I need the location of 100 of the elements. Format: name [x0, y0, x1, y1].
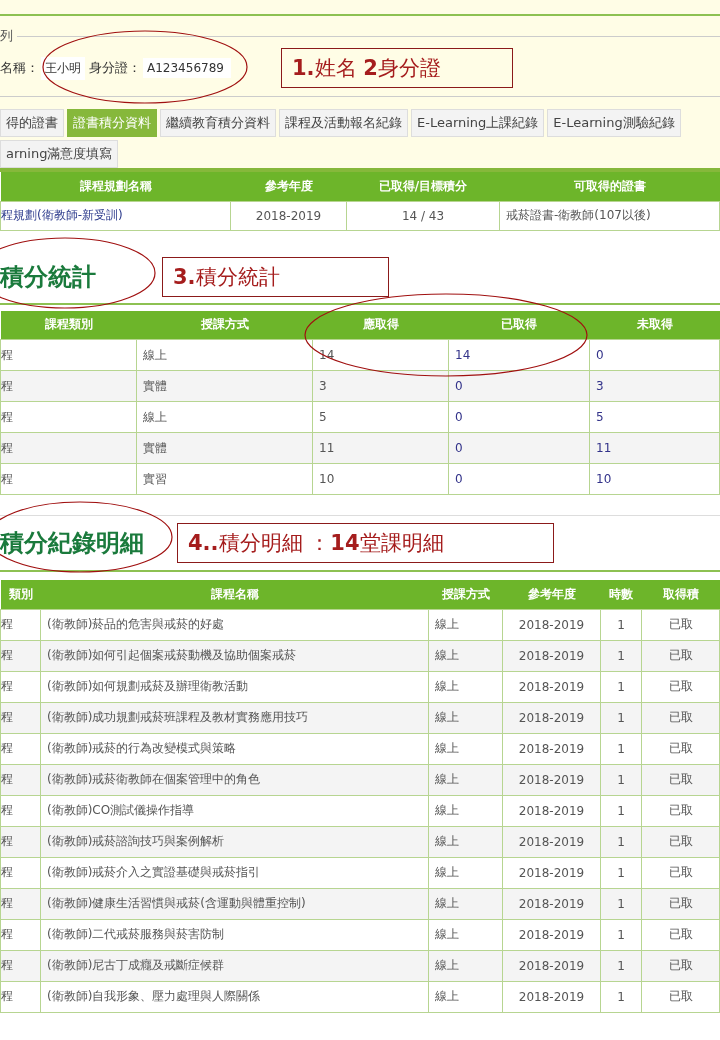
table-cell: 程 — [0, 702, 41, 733]
table-cell: (衛教師)二代戒菸服務與菸害防制 — [40, 919, 429, 950]
table-cell: (衛教師)CO測試儀操作指導 — [40, 795, 429, 826]
column-header: 時數 — [600, 580, 642, 609]
column-header: 授課方式 — [428, 580, 503, 609]
table-cell: 戒菸證書-衛教師(107以後) — [499, 201, 720, 230]
column-header: 授課方式 — [136, 310, 313, 340]
table-cell: 2018-2019 — [502, 826, 601, 857]
table-cell: 線上 — [428, 950, 503, 981]
table-cell: 1 — [600, 919, 642, 950]
annotation-label: 3.積分統計 — [162, 256, 389, 297]
tab[interactable]: E-Learning測驗紀錄 — [547, 109, 681, 137]
table-cell: 1 — [600, 733, 642, 764]
table-cell: 線上 — [428, 702, 503, 733]
table-cell: 程 — [0, 733, 41, 764]
section-title: 積分統計 — [0, 261, 97, 293]
table-cell: (衛教師)戒菸介入之實證基礎與戒菸指引 — [40, 857, 429, 888]
column-header: 課程類別 — [0, 310, 137, 340]
tab[interactable]: E-Learning上課紀錄 — [411, 109, 545, 137]
table-cell: 已取 — [641, 733, 720, 764]
table-cell: 線上 — [428, 981, 503, 1012]
table-cell: 已取 — [641, 671, 720, 702]
table-cell: 0 — [448, 463, 590, 495]
table-cell: 2018-2019 — [502, 981, 601, 1012]
table-cell: 已取 — [641, 609, 720, 640]
table-cell: 程 — [0, 981, 41, 1012]
tab[interactable]: 課程及活動報名紀錄 — [279, 109, 408, 137]
table-cell: 程 — [0, 609, 41, 640]
table-cell: 實體 — [136, 432, 313, 464]
table-cell: 線上 — [136, 401, 313, 433]
column-header: 參考年度 — [502, 580, 601, 609]
table-cell: 程 — [0, 401, 137, 433]
table-cell: 線上 — [428, 733, 503, 764]
table-cell: 程 — [0, 795, 41, 826]
tab[interactable]: 繼續教育積分資料 — [160, 109, 276, 137]
column-header: 已取得 — [448, 310, 590, 340]
table-cell: (衛教師)戒菸的行為改變模式與策略 — [40, 733, 429, 764]
table-cell: 線上 — [428, 888, 503, 919]
tab[interactable]: 得的證書 — [0, 109, 64, 137]
table-cell: 2018-2019 — [502, 640, 601, 671]
table-cell: 已取 — [641, 826, 720, 857]
table-cell: (衛教師)戒菸衛教師在個案管理中的角色 — [40, 764, 429, 795]
table-cell: (衛教師)如何引起個案戒菸動機及協助個案戒菸 — [40, 640, 429, 671]
table-cell: 2018-2019 — [230, 201, 347, 230]
tab[interactable]: arning滿意度填寫 — [0, 140, 119, 168]
table-cell: 0 — [589, 339, 720, 371]
table-cell: 實習 — [136, 463, 313, 495]
table-cell: (衛教師)尼古丁成癮及戒斷症候群 — [40, 950, 429, 981]
table-cell: 2018-2019 — [502, 857, 601, 888]
table-cell: 線上 — [428, 795, 503, 826]
table-cell: 5 — [312, 401, 449, 433]
table-cell: (衛教師)健康生活習慣與戒菸(含運動與體重控制) — [40, 888, 429, 919]
table-cell: 1 — [600, 609, 642, 640]
id-label: 身分證： — [89, 59, 142, 77]
id-field: A123456789 — [143, 58, 231, 78]
table-cell: 已取 — [641, 919, 720, 950]
table-cell: 14 / 43 — [346, 201, 500, 230]
section-title: 積分紀錄明細 — [0, 528, 145, 559]
table-cell: 11 — [312, 432, 449, 464]
table-cell: 已取 — [641, 950, 720, 981]
column-header: 課程名稱 — [40, 580, 429, 609]
table-cell: 程 — [0, 950, 41, 981]
table-cell: 程 — [0, 888, 41, 919]
table-cell: 5 — [589, 401, 720, 433]
table-cell: 1 — [600, 671, 642, 702]
table-cell: (衛教師)菸品的危害與戒菸的好處 — [40, 609, 429, 640]
table-cell: 2018-2019 — [502, 764, 601, 795]
table-cell: 2018-2019 — [502, 702, 601, 733]
fieldset-legend: 列 — [0, 27, 13, 45]
table-cell: 11 — [589, 432, 720, 464]
table-cell: 2018-2019 — [502, 950, 601, 981]
table-cell: 14 — [448, 339, 590, 371]
table-cell: 線上 — [428, 671, 503, 702]
column-header: 可取得的證書 — [499, 172, 720, 201]
table-cell: 1 — [600, 857, 642, 888]
column-header: 類別 — [0, 580, 41, 609]
table-cell: 程 — [0, 764, 41, 795]
table-cell: 已取 — [641, 981, 720, 1012]
table-cell: 已取 — [641, 888, 720, 919]
table-cell: 10 — [589, 463, 720, 495]
table-cell: 1 — [600, 795, 642, 826]
table-cell: (衛教師)成功規劃戒菸班課程及教材實務應用技巧 — [40, 702, 429, 733]
table-cell: 0 — [448, 370, 590, 402]
table-cell: 2018-2019 — [502, 671, 601, 702]
table-cell: 程 — [0, 463, 137, 495]
table-cell: 線上 — [428, 764, 503, 795]
table-cell: 2018-2019 — [502, 733, 601, 764]
table-cell: 已取 — [641, 702, 720, 733]
table-cell: 2018-2019 — [502, 795, 601, 826]
table-cell: 程 — [0, 919, 41, 950]
table-cell: 程 — [0, 339, 137, 371]
table-cell: 1 — [600, 981, 642, 1012]
table-cell: 程 — [0, 370, 137, 402]
table-cell: 3 — [312, 370, 449, 402]
column-header: 課程規劃名稱 — [0, 172, 231, 201]
annotation-label: 4..積分明細 ：14堂課明細 — [177, 523, 554, 563]
table-cell: 0 — [448, 432, 590, 464]
column-header: 已取得/目標積分 — [346, 172, 500, 201]
table-cell: 2018-2019 — [502, 888, 601, 919]
table-cell: 10 — [312, 463, 449, 495]
